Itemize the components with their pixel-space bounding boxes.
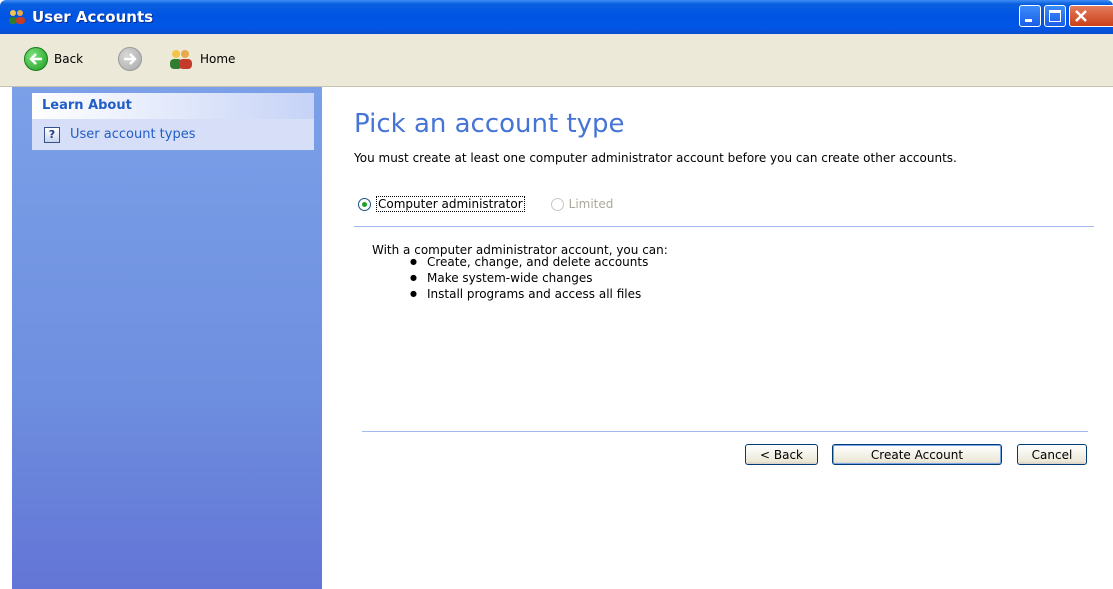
home-button[interactable]: Home — [168, 47, 235, 71]
help-icon: ? — [44, 126, 60, 143]
account-type-options: Computer administrator Limited — [358, 195, 613, 213]
task-sidebar: Learn About ? User account types — [12, 87, 322, 589]
computer-administrator-label[interactable]: Computer administrator — [376, 196, 525, 212]
minimize-button[interactable] — [1019, 5, 1041, 27]
computer-administrator-radio[interactable] — [358, 197, 371, 211]
divider — [362, 431, 1088, 432]
list-item: Install programs and access all files — [410, 287, 648, 303]
title-bar[interactable]: User Accounts — [0, 0, 1113, 34]
list-item: Make system-wide changes — [410, 271, 648, 287]
cancel-button[interactable]: Cancel — [1017, 444, 1087, 465]
close-icon — [1075, 10, 1087, 22]
navigation-toolbar: Back Home — [0, 34, 1113, 87]
user-accounts-icon — [9, 10, 25, 24]
create-account-button[interactable]: Create Account — [832, 444, 1002, 465]
forward-arrow-icon — [118, 47, 142, 71]
capabilities-list: Create, change, and delete accounts Make… — [410, 255, 648, 303]
main-content: Pick an account type You must create at … — [322, 87, 1113, 589]
learn-about-panel: Learn About ? User account types — [32, 93, 314, 150]
forward-nav-button[interactable] — [118, 47, 142, 71]
users-home-icon — [170, 50, 192, 69]
back-button[interactable]: < Back — [745, 444, 818, 465]
window-title: User Accounts — [32, 8, 154, 26]
back-nav-button[interactable]: Back — [24, 47, 83, 71]
intro-text: You must create at least one computer ad… — [354, 151, 957, 165]
panel-title: Learn About — [32, 93, 314, 119]
back-arrow-icon — [24, 47, 48, 71]
limited-label: Limited — [568, 197, 614, 211]
page-title: Pick an account type — [354, 109, 625, 139]
list-item: Create, change, and delete accounts — [410, 255, 648, 271]
sidebar-item-user-account-types[interactable]: ? User account types — [32, 119, 314, 150]
close-button[interactable] — [1069, 5, 1113, 27]
home-label: Home — [200, 52, 236, 66]
maximize-button[interactable] — [1044, 5, 1066, 27]
back-nav-label: Back — [54, 52, 84, 66]
sidebar-item-label[interactable]: User account types — [70, 127, 196, 142]
divider — [354, 226, 1094, 227]
limited-radio — [550, 197, 564, 211]
